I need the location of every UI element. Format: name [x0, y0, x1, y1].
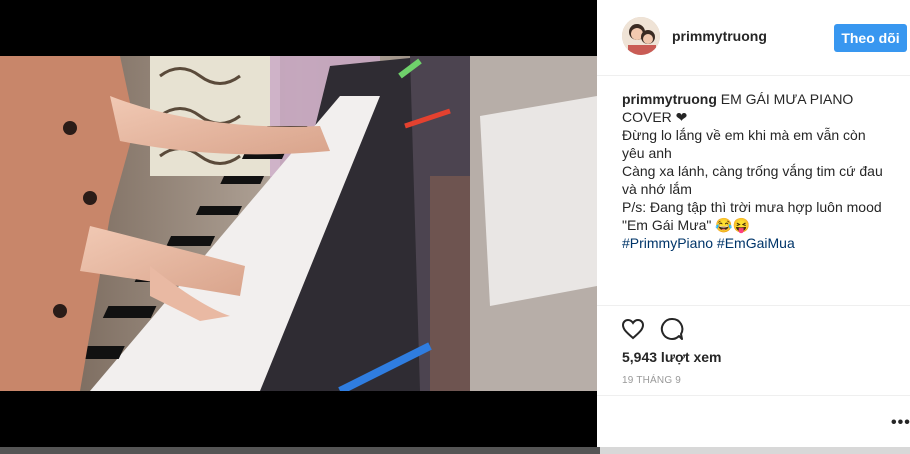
post-username[interactable]: primmytruong [672, 28, 767, 44]
video-frame[interactable] [0, 56, 597, 391]
hashtag-link[interactable]: #PrimmyPiano [622, 235, 713, 251]
hashtag-link[interactable]: #EmGaiMua [717, 235, 795, 251]
caption-hashtags: #PrimmyPiano #EmGaiMua [622, 234, 892, 252]
follow-button[interactable]: Theo dõi [834, 24, 907, 52]
post-caption: primmytruong EM GÁI MƯA PIANO COVER ❤ Đừ… [622, 90, 892, 252]
heart-outline-icon[interactable] [621, 318, 645, 345]
avatar[interactable] [622, 17, 660, 55]
actions-divider [597, 305, 910, 307]
speech-bubble-icon[interactable] [660, 317, 684, 346]
caption-line: Càng xa lánh, càng trống vắng tim cứ đau… [622, 163, 883, 197]
piano-video-still [0, 56, 597, 391]
post-header: primmytruong Theo dõi [597, 0, 910, 76]
post-sidebar: primmytruong Theo dõi primmytruong EM GÁ… [597, 0, 910, 454]
caption-line: Đừng lo lắng về em khi mà em vẫn còn yêu… [622, 127, 866, 161]
comment-divider [597, 395, 910, 397]
caption-first-line: primmytruong EM GÁI MƯA PIANO COVER ❤ [622, 90, 892, 126]
more-options-button[interactable]: ••• [891, 414, 910, 432]
caption-line: P/s: Đang tập thì trời mưa hợp luôn mood… [622, 199, 882, 233]
avatar-image [622, 17, 660, 55]
post-date: 19 THÁNG 9 [622, 375, 682, 386]
scrollbar-thumb[interactable] [0, 447, 600, 454]
post-media[interactable] [0, 0, 597, 454]
caption-username[interactable]: primmytruong [622, 91, 717, 107]
horizontal-scrollbar[interactable] [0, 447, 910, 454]
view-count[interactable]: 5,943 lượt xem [622, 349, 721, 365]
